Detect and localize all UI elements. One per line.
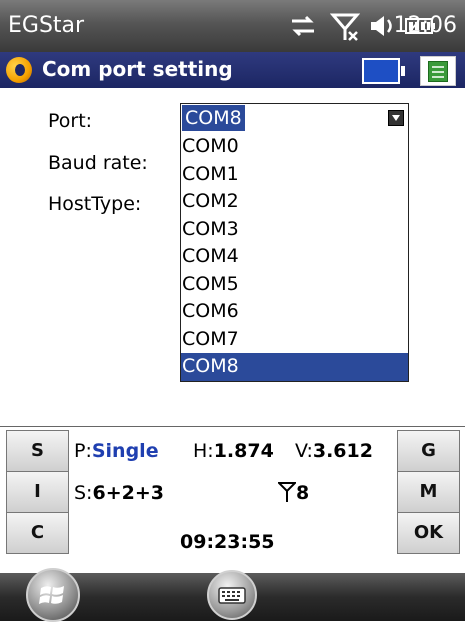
start-button[interactable] — [26, 568, 80, 622]
port-option[interactable]: COM1 — [181, 161, 408, 189]
gps-clock: 09:23:55 — [180, 531, 275, 553]
battery-button[interactable] — [362, 58, 405, 84]
port-option[interactable]: COM5 — [181, 271, 408, 299]
port-select[interactable]: COM8 — [180, 103, 409, 135]
port-dropdown-list: COM0 COM1 COM2 COM3 COM4 COM5 COM6 COM7 … — [180, 133, 409, 382]
antenna-icon — [278, 482, 296, 502]
hosttype-label: HostType: — [48, 193, 142, 215]
v-rms: V:3.612 — [295, 440, 373, 462]
h-rms: H:1.874 — [193, 440, 274, 462]
dropdown-arrow-icon[interactable] — [388, 110, 404, 126]
gps-clock-value: 09:23:55 — [180, 531, 275, 553]
windows-logo-icon — [39, 586, 64, 604]
p-value: Single — [91, 440, 159, 462]
g-button[interactable]: G — [397, 430, 460, 472]
connectivity-icon[interactable] — [288, 12, 318, 40]
status-bar: EGStar 12:06 — [0, 0, 465, 52]
satellites: S:6+2+3 — [74, 482, 164, 504]
panel-divider — [0, 426, 465, 427]
page-title: Com port setting — [42, 57, 233, 81]
s-button[interactable]: S — [6, 430, 69, 472]
ok-button[interactable]: OK — [397, 512, 460, 554]
port-option[interactable]: COM2 — [181, 188, 408, 216]
keyboard-button[interactable] — [207, 570, 257, 620]
v-value: 3.612 — [312, 440, 373, 462]
antenna-value: 8 — [296, 482, 310, 504]
port-option[interactable]: COM4 — [181, 243, 408, 271]
c-button[interactable]: C — [6, 512, 69, 554]
keyboard-icon — [218, 587, 246, 604]
port-option-selected[interactable]: COM8 — [181, 353, 408, 381]
port-label: Port: — [48, 110, 93, 132]
p-prefix: P: — [74, 440, 92, 462]
s-value: 6+2+3 — [92, 482, 164, 504]
baud-rate-label: Baud rate: — [48, 152, 148, 174]
notes-icon — [428, 61, 448, 82]
m-button[interactable]: M — [397, 471, 460, 513]
h-prefix: H: — [193, 440, 214, 462]
s-prefix: S: — [74, 482, 93, 504]
position-mode: P:Single — [74, 440, 159, 462]
port-option[interactable]: COM6 — [181, 298, 408, 326]
port-option[interactable]: COM0 — [181, 133, 408, 161]
h-value: 1.874 — [213, 440, 274, 462]
notes-button[interactable] — [420, 56, 456, 86]
port-option[interactable]: COM7 — [181, 326, 408, 354]
port-option[interactable]: COM3 — [181, 216, 408, 244]
no-signal-icon[interactable] — [330, 12, 360, 42]
app-name: EGStar — [8, 13, 85, 38]
clock-time[interactable]: 12:06 — [394, 13, 457, 38]
port-select-value: COM8 — [182, 105, 245, 131]
app-logo-icon — [6, 57, 32, 83]
v-prefix: V: — [295, 440, 313, 462]
antenna-count: 8 — [296, 482, 309, 504]
i-button[interactable]: I — [6, 471, 69, 513]
